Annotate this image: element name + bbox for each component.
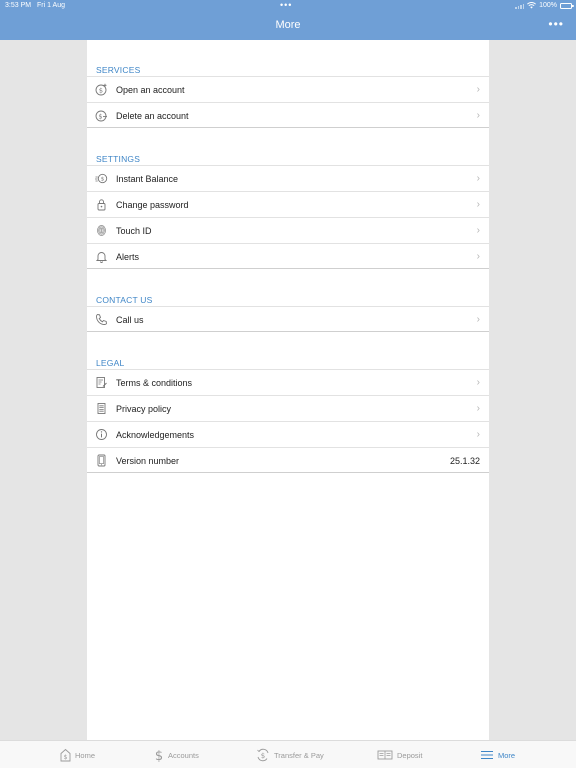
row-label: Instant Balance xyxy=(116,174,179,184)
tab-bar: $ Home $ Accounts $ Transfer & Pay Depos… xyxy=(0,740,576,768)
tab-label: Deposit xyxy=(397,750,423,760)
document-list-icon xyxy=(95,402,108,415)
menu-icon xyxy=(481,751,493,759)
row-label: Acknowledgements xyxy=(116,430,195,440)
status-time: 3:53 PM xyxy=(5,2,32,9)
signal-icon xyxy=(515,3,525,9)
row-label: Delete an account xyxy=(116,111,189,121)
tab-label: Transfer & Pay xyxy=(274,750,324,760)
row-label: Change password xyxy=(116,200,189,210)
tab-label: Accounts xyxy=(168,750,199,760)
tab-transfer-pay[interactable]: $ Transfer & Pay xyxy=(256,747,324,763)
wifi-icon xyxy=(527,2,537,9)
version-value: 25.1.32 xyxy=(449,456,480,466)
section-title-contact: CONTACT US xyxy=(96,295,153,305)
chevron-right-icon: › xyxy=(476,314,480,325)
home-dollar-icon: $ xyxy=(60,748,71,762)
row-label: Version number xyxy=(116,456,180,466)
svg-text:$: $ xyxy=(64,754,68,761)
svg-text:$: $ xyxy=(261,752,265,760)
check-deposit-icon xyxy=(377,750,393,760)
chevron-right-icon: › xyxy=(476,251,480,262)
tab-deposit[interactable]: Deposit xyxy=(377,747,422,763)
row-delete-account[interactable]: $ Delete an account › xyxy=(87,102,489,128)
row-open-account[interactable]: $ Open an account › xyxy=(87,76,489,102)
row-label: Call us xyxy=(116,315,144,325)
row-acknowledgements[interactable]: Acknowledgements › xyxy=(87,421,489,447)
document-icon xyxy=(95,376,108,389)
settings-panel: SERVICES $ Open an account › $ Delete an… xyxy=(87,40,489,740)
row-instant-balance[interactable]: $ Instant Balance › xyxy=(87,165,489,191)
instant-balance-icon: $ xyxy=(95,172,108,185)
multitasking-dots-icon[interactable]: ••• xyxy=(280,0,292,10)
row-label: Alerts xyxy=(116,252,140,262)
row-privacy[interactable]: Privacy policy › xyxy=(87,395,489,421)
chevron-right-icon: › xyxy=(476,377,480,388)
svg-text:$: $ xyxy=(98,112,102,120)
row-change-password[interactable]: Change password › xyxy=(87,191,489,217)
page-title: More xyxy=(275,19,301,31)
tab-accounts[interactable]: $ Accounts xyxy=(154,747,199,763)
row-label: Privacy policy xyxy=(116,404,172,414)
tab-more[interactable]: More xyxy=(480,747,515,763)
row-call-us[interactable]: Call us › xyxy=(87,306,489,332)
battery-percent: 100% xyxy=(539,2,557,9)
tab-label: More xyxy=(498,750,516,760)
row-terms[interactable]: Terms & conditions › xyxy=(87,369,489,395)
top-bar: 3:53 PM Fri 1 Aug ••• 100% More ••• xyxy=(0,0,576,40)
dollar-icon: $ xyxy=(155,749,163,762)
battery-icon xyxy=(560,2,574,9)
fingerprint-icon xyxy=(95,224,108,237)
lock-icon xyxy=(95,198,108,211)
svg-text:$: $ xyxy=(101,177,105,183)
row-label: Open an account xyxy=(116,85,185,95)
dollar-minus-icon: $ xyxy=(95,109,108,122)
chevron-right-icon: › xyxy=(476,199,480,210)
chevron-right-icon: › xyxy=(476,403,480,414)
chevron-right-icon: › xyxy=(476,429,480,440)
row-touch-id[interactable]: Touch ID › xyxy=(87,217,489,243)
svg-text:$: $ xyxy=(99,86,103,94)
bell-icon xyxy=(95,250,108,263)
chevron-right-icon: › xyxy=(476,84,480,95)
dollar-plus-icon: $ xyxy=(95,83,108,96)
info-icon xyxy=(95,428,108,441)
chevron-right-icon: › xyxy=(476,110,480,121)
status-date: Fri 1 Aug xyxy=(37,2,66,9)
phone-icon xyxy=(95,313,108,326)
more-options-button[interactable]: ••• xyxy=(548,17,564,31)
row-alerts[interactable]: Alerts › xyxy=(87,243,489,269)
device-icon xyxy=(95,454,108,467)
tab-label: Home xyxy=(75,750,96,760)
section-title-settings: SETTINGS xyxy=(96,154,141,164)
row-label: Terms & conditions xyxy=(116,378,193,388)
chevron-right-icon: › xyxy=(476,173,480,184)
tab-home[interactable]: $ Home xyxy=(60,747,95,763)
transfer-icon: $ xyxy=(257,748,269,762)
section-title-legal: LEGAL xyxy=(96,358,125,368)
row-label: Touch ID xyxy=(116,226,152,236)
status-indicators: 100% xyxy=(515,2,574,9)
row-version-number: Version number 25.1.32 xyxy=(87,447,489,473)
chevron-right-icon: › xyxy=(476,225,480,236)
section-title-services: SERVICES xyxy=(96,65,141,75)
svg-text:$: $ xyxy=(155,749,163,762)
